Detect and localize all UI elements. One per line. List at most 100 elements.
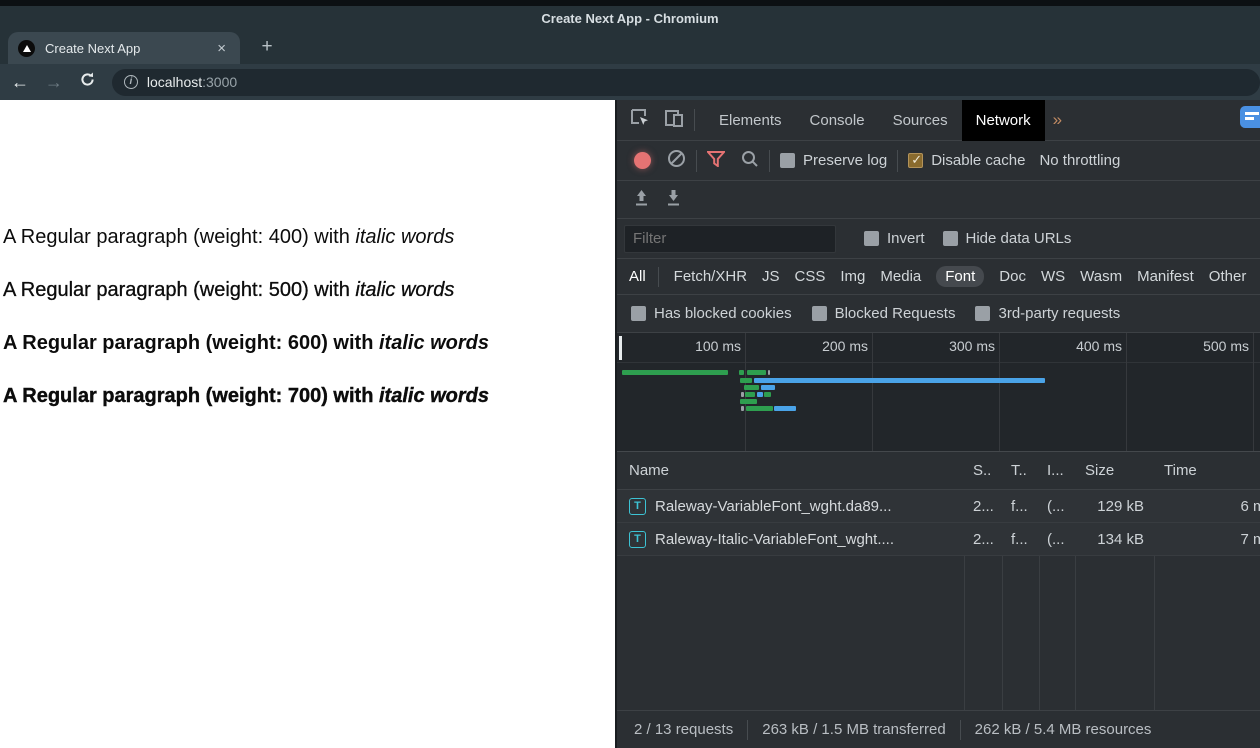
- tab-title: Create Next App: [45, 40, 141, 56]
- waterfall-bar: [754, 378, 1045, 383]
- has-blocked-cookies-label: Has blocked cookies: [654, 305, 792, 322]
- divider: [897, 149, 899, 172]
- device-toolbar-icon[interactable]: [664, 108, 684, 132]
- tab-elements[interactable]: Elements: [705, 100, 796, 141]
- column-header-type[interactable]: T..: [1002, 452, 1039, 489]
- new-tab-button[interactable]: +: [254, 34, 280, 60]
- chip-manifest[interactable]: Manifest: [1137, 268, 1194, 285]
- third-party-requests-checkbox[interactable]: [975, 306, 991, 321]
- export-har-icon[interactable]: [665, 189, 682, 211]
- requests-table: Name S.. T.. I... Size Time T Raleway-Var…: [617, 452, 1260, 710]
- hide-data-urls-label: Hide data URLs: [965, 230, 1072, 247]
- back-button[interactable]: ←: [6, 72, 34, 93]
- network-overview-timeline[interactable]: 100 ms 200 ms 300 ms 400 ms 500 ms: [617, 333, 1260, 452]
- requests-count: 2 / 13 requests: [634, 721, 734, 738]
- forward-button[interactable]: →: [40, 72, 68, 93]
- more-tabs-button[interactable]: »: [1045, 110, 1070, 130]
- table-row[interactable]: T Raleway-VariableFont_wght.da89... 2... …: [617, 490, 1260, 523]
- invert-label: Invert: [887, 230, 925, 247]
- hide-data-urls-checkbox[interactable]: [942, 231, 958, 246]
- paragraph-weight-600: A Regular paragraph (weight: 600) with i…: [3, 332, 490, 354]
- inspect-element-icon[interactable]: [630, 108, 650, 132]
- has-blocked-cookies-checkbox[interactable]: [631, 306, 646, 321]
- chip-fetch-xhr[interactable]: Fetch/XHR: [674, 268, 747, 285]
- har-toolbar: [617, 181, 1260, 219]
- table-row[interactable]: T Raleway-Italic-VariableFont_wght.... 2.…: [617, 523, 1260, 556]
- waterfall-bar: [746, 406, 773, 411]
- chip-js[interactable]: JS: [762, 268, 780, 285]
- request-name: Raleway-Italic-VariableFont_wght....: [655, 530, 894, 548]
- column-header-status[interactable]: S..: [964, 452, 1002, 489]
- chip-wasm[interactable]: Wasm: [1080, 268, 1122, 285]
- ruler-separator: [617, 362, 1260, 363]
- request-time: 6 ms: [1240, 497, 1260, 515]
- browser-tab[interactable]: Create Next App ×: [8, 32, 240, 64]
- column-header-name[interactable]: Name: [617, 452, 964, 489]
- filter-icon[interactable]: [705, 150, 727, 171]
- blocked-requests-label: Blocked Requests: [834, 305, 956, 322]
- request-status: 2...: [973, 497, 994, 515]
- filter-input[interactable]: [624, 224, 836, 253]
- column-header-size[interactable]: Size: [1075, 452, 1154, 489]
- url-text[interactable]: localhost:3000: [147, 74, 237, 90]
- request-initiator: (...: [1047, 530, 1065, 548]
- chip-other[interactable]: Other: [1209, 268, 1247, 285]
- timeline-tick-label: 100 ms: [695, 338, 741, 354]
- waterfall-bar: [740, 399, 757, 404]
- advanced-filters-row: Has blocked cookies Blocked Requests 3rd…: [617, 295, 1260, 333]
- invert-checkbox[interactable]: [864, 231, 879, 246]
- chip-all[interactable]: All: [629, 268, 646, 285]
- waterfall-bar: [739, 370, 744, 375]
- waterfall-bar: [757, 392, 763, 397]
- search-icon[interactable]: [741, 150, 759, 172]
- divider: [959, 719, 961, 740]
- tab-network[interactable]: Network: [961, 99, 1045, 141]
- waterfall-bar: [774, 406, 796, 411]
- paragraph-weight-500: A Regular paragraph (weight: 500) with i…: [3, 279, 455, 301]
- chip-css[interactable]: CSS: [795, 268, 826, 285]
- divider: [657, 266, 659, 287]
- request-type: f...: [1011, 497, 1028, 515]
- record-button[interactable]: [634, 152, 651, 169]
- tab-console[interactable]: Console: [796, 100, 879, 141]
- chip-ws[interactable]: WS: [1041, 268, 1065, 285]
- font-file-icon: T: [629, 530, 646, 548]
- waterfall-bar: [740, 378, 752, 383]
- preserve-log-label: Preserve log: [803, 152, 888, 169]
- timeline-gridline: [1253, 333, 1254, 451]
- disable-cache-checkbox[interactable]: [908, 152, 924, 168]
- tab-sources[interactable]: Sources: [879, 100, 962, 141]
- window-title: Create Next App - Chromium: [541, 10, 719, 26]
- network-status-bar: 2 / 13 requests 263 kB / 1.5 MB transfer…: [617, 710, 1260, 748]
- throttling-select[interactable]: No throttling: [1039, 152, 1120, 169]
- reload-button[interactable]: [74, 71, 102, 93]
- site-info-icon[interactable]: i: [123, 75, 138, 89]
- chip-img[interactable]: Img: [840, 268, 865, 285]
- devtools-tabbar: Elements Console Sources Network »: [617, 99, 1260, 141]
- column-header-initiator[interactable]: I...: [1039, 452, 1075, 489]
- issues-icon[interactable]: [1240, 106, 1260, 128]
- chip-doc[interactable]: Doc: [999, 268, 1026, 285]
- divider: [696, 149, 697, 172]
- paragraph-weight-400: A Regular paragraph (weight: 400) with i…: [3, 226, 455, 248]
- column-header-time[interactable]: Time: [1154, 452, 1260, 489]
- window-titlebar[interactable]: Create Next App - Chromium: [0, 6, 1260, 30]
- preserve-log-checkbox[interactable]: [780, 153, 795, 168]
- network-toolbar: Preserve log Disable cache No throttling: [617, 141, 1260, 181]
- timeline-tick-label: 500 ms: [1203, 338, 1249, 354]
- tab-close-icon[interactable]: ×: [213, 40, 230, 57]
- clear-icon[interactable]: [667, 149, 686, 172]
- blocked-requests-checkbox[interactable]: [811, 306, 827, 321]
- request-name: Raleway-VariableFont_wght.da89...: [655, 497, 892, 515]
- address-bar[interactable]: i localhost:3000: [111, 68, 1260, 96]
- import-har-icon[interactable]: [633, 189, 650, 211]
- resource-type-filters: All Fetch/XHR JS CSS Img Media Font Doc …: [617, 259, 1260, 295]
- chip-media[interactable]: Media: [880, 268, 921, 285]
- waterfall-bar: [761, 385, 775, 390]
- filter-row: Invert Hide data URLs: [617, 219, 1260, 259]
- browser-window: Create Next App - Chromium Create Next A…: [0, 0, 1260, 748]
- waterfall-bar: [622, 370, 728, 375]
- paragraph-weight-700: A Regular paragraph (weight: 700) with i…: [3, 385, 490, 407]
- transferred-summary: 263 kB / 1.5 MB transferred: [762, 721, 946, 738]
- chip-font[interactable]: Font: [936, 266, 985, 287]
